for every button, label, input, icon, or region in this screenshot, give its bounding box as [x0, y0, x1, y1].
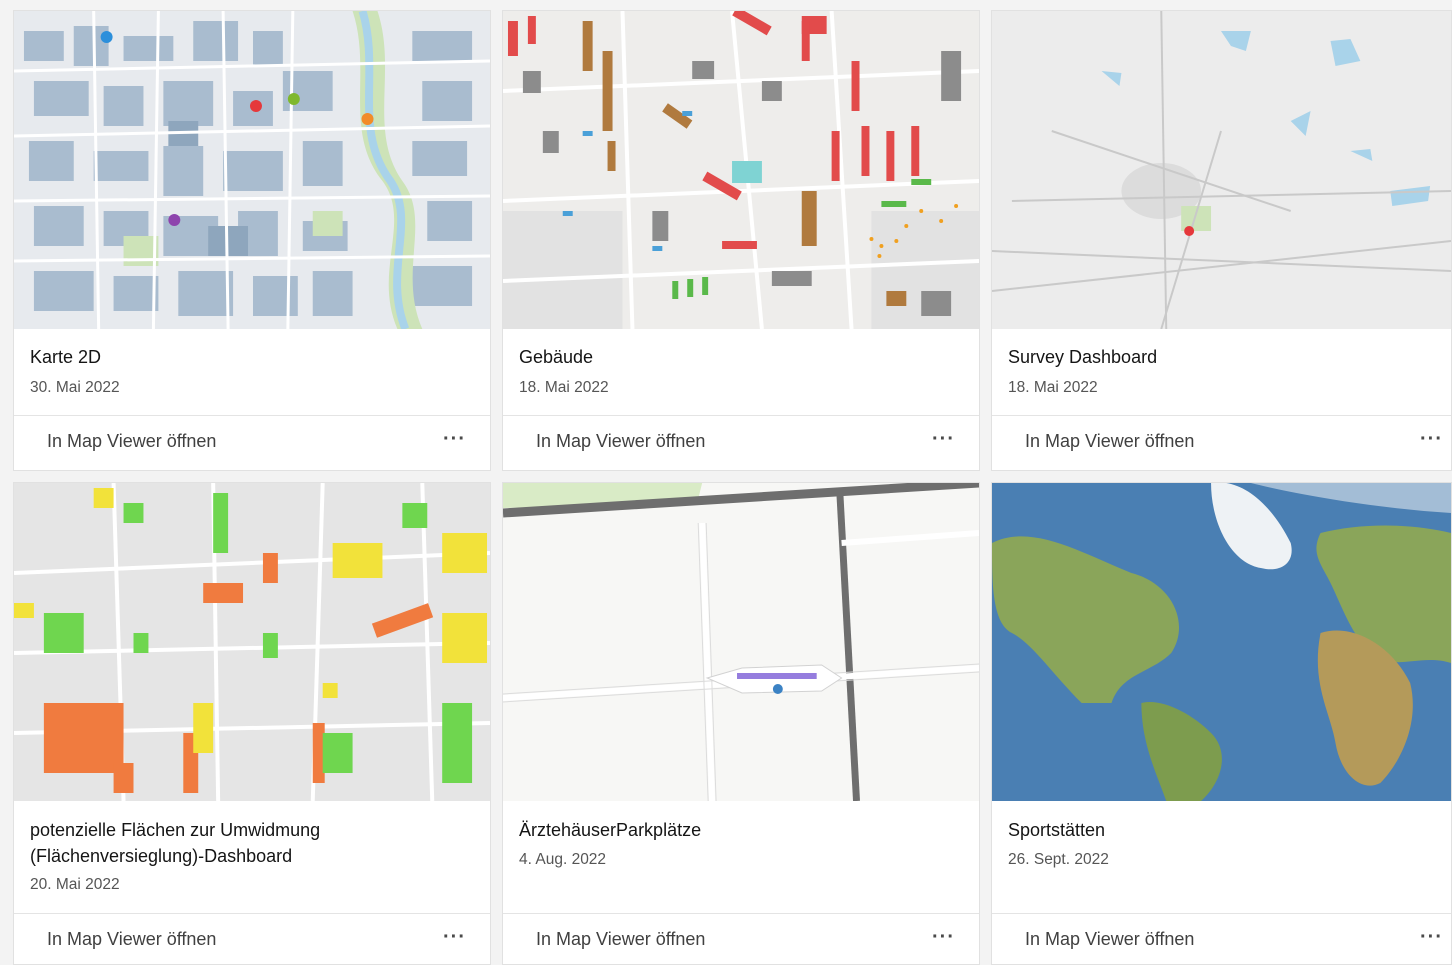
card-footer: In Map Viewer öffnen ···: [503, 415, 979, 470]
map-card-potenzielle-flaechen[interactable]: potenzielle Flächen zur Umwidmung (Fläch…: [13, 482, 491, 965]
map-thumbnail[interactable]: [503, 11, 979, 329]
open-in-map-viewer-button[interactable]: In Map Viewer öffnen: [47, 431, 216, 452]
more-options-icon[interactable]: ···: [1420, 926, 1443, 949]
card-footer: In Map Viewer öffnen ···: [992, 415, 1451, 470]
map-card-survey-dashboard[interactable]: Survey Dashboard 18. Mai 2022 In Map Vie…: [991, 10, 1452, 471]
open-in-map-viewer-button[interactable]: In Map Viewer öffnen: [1025, 431, 1194, 452]
card-title[interactable]: Survey Dashboard: [1008, 344, 1435, 370]
map-thumbnail[interactable]: [992, 483, 1451, 801]
card-date: 30. Mai 2022: [30, 379, 120, 396]
map-card-karte-2d[interactable]: Karte 2D 30. Mai 2022 In Map Viewer öffn…: [13, 10, 491, 471]
card-date: 18. Mai 2022: [519, 379, 609, 396]
card-date: 20. Mai 2022: [30, 876, 120, 893]
card-date: 18. Mai 2022: [1008, 379, 1098, 396]
card-title[interactable]: Karte 2D: [30, 344, 474, 370]
open-in-map-viewer-button[interactable]: In Map Viewer öffnen: [536, 431, 705, 452]
map-thumbnail[interactable]: [992, 11, 1451, 329]
map-card-gebaeude[interactable]: Gebäude 18. Mai 2022 In Map Viewer öffne…: [502, 10, 980, 471]
map-card-sportstaetten[interactable]: Sportstätten 26. Sept. 2022 In Map Viewe…: [991, 482, 1452, 965]
card-footer: In Map Viewer öffnen ···: [14, 913, 490, 964]
more-options-icon[interactable]: ···: [443, 926, 466, 949]
more-options-icon[interactable]: ···: [932, 926, 955, 949]
card-date: 26. Sept. 2022: [1008, 851, 1109, 868]
more-options-icon[interactable]: ···: [443, 428, 466, 451]
card-date: 4. Aug. 2022: [519, 851, 607, 868]
card-title[interactable]: Gebäude: [519, 344, 963, 370]
map-card-aerztehaeuser-parkplaetze[interactable]: ÄrztehäuserParkplätze 4. Aug. 2022 In Ma…: [502, 482, 980, 965]
card-footer: In Map Viewer öffnen ···: [992, 913, 1451, 964]
card-title[interactable]: Sportstätten: [1008, 817, 1435, 843]
card-title[interactable]: ÄrztehäuserParkplätze: [519, 817, 963, 843]
card-title[interactable]: potenzielle Flächen zur Umwidmung (Fläch…: [30, 817, 474, 869]
open-in-map-viewer-button[interactable]: In Map Viewer öffnen: [47, 929, 216, 950]
map-thumbnail[interactable]: [14, 483, 490, 801]
more-options-icon[interactable]: ···: [1420, 428, 1443, 451]
map-thumbnail[interactable]: [503, 483, 979, 801]
card-footer: In Map Viewer öffnen ···: [14, 415, 490, 470]
map-thumbnail[interactable]: [14, 11, 490, 329]
open-in-map-viewer-button[interactable]: In Map Viewer öffnen: [1025, 929, 1194, 950]
more-options-icon[interactable]: ···: [932, 428, 955, 451]
card-footer: In Map Viewer öffnen ···: [503, 913, 979, 964]
open-in-map-viewer-button[interactable]: In Map Viewer öffnen: [536, 929, 705, 950]
